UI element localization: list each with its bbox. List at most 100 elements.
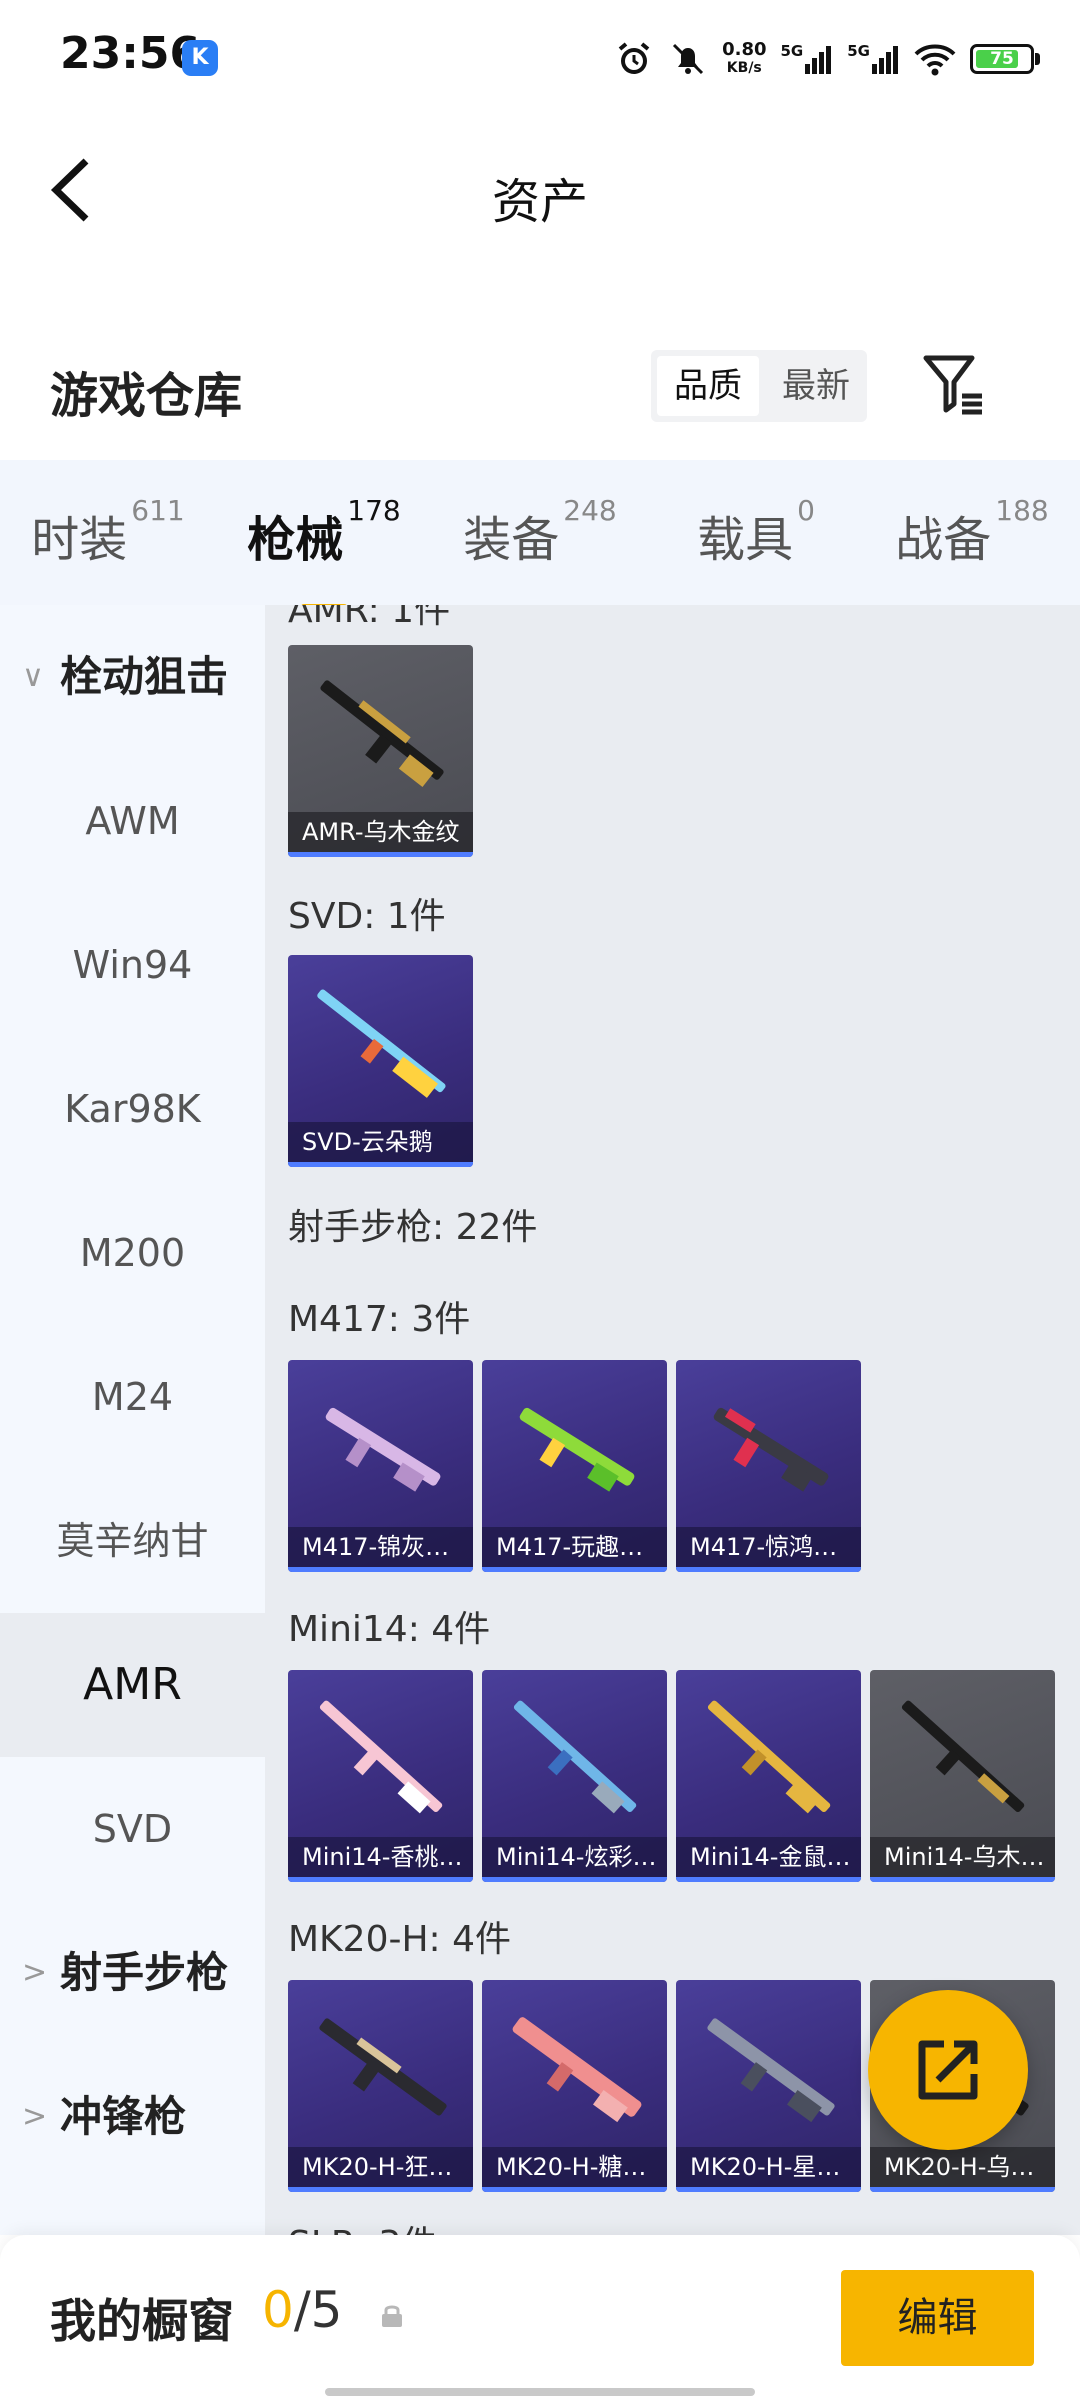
sort-newest-option[interactable]: 最新 — [765, 350, 867, 422]
weapon-image — [513, 1700, 637, 1814]
sidebar-group-smg[interactable]: > 冲锋枪 — [0, 2045, 265, 2189]
signal-1: 5G — [781, 44, 834, 74]
weapon-card[interactable]: MK20-H-狂… — [288, 1980, 473, 2192]
section-label-amr: AMR: 1件 — [288, 605, 451, 631]
weapon-image — [325, 1407, 441, 1492]
weapon-name: M417-玩趣… — [482, 1527, 667, 1567]
weapon-image — [319, 1700, 443, 1814]
weapon-image — [317, 989, 446, 1098]
sidebar-item-amr[interactable]: AMR — [0, 1613, 265, 1757]
filter-button[interactable] — [920, 350, 990, 420]
rarity-bar — [482, 2187, 667, 2192]
weapon-image — [713, 1407, 829, 1492]
section-label-mk20h: MK20-H: 4件 — [288, 1919, 512, 1960]
weapon-image — [707, 2018, 835, 2123]
status-icons: 0.80 KB/s 5G 5G 75 — [614, 34, 1040, 84]
section-label-m417: M417: 3件 — [288, 1299, 471, 1340]
sidebar-item-awm[interactable]: AWM — [0, 749, 265, 893]
weapon-image — [320, 680, 444, 788]
signal-icon — [872, 46, 898, 74]
net-speed: 0.80 KB/s — [722, 39, 767, 76]
weapon-name: AMR-乌木金纹 — [288, 812, 473, 852]
signal-icon — [805, 46, 832, 74]
weapon-card[interactable]: AMR-乌木金纹 — [288, 645, 473, 857]
showcase-label: 我的橱窗 — [50, 2294, 234, 2348]
rarity-bar — [288, 852, 473, 857]
section-label-svd: SVD: 1件 — [288, 896, 446, 937]
edit-button[interactable]: 编辑 — [841, 2270, 1034, 2366]
chevron-right-icon: > — [22, 2099, 48, 2134]
showcase-count: 0/5 — [262, 2281, 343, 2339]
weapon-card[interactable]: Mini14-香桃… — [288, 1670, 473, 1882]
rarity-bar — [288, 1567, 473, 1572]
sidebar-item-m24[interactable]: M24 — [0, 1325, 265, 1469]
app-notification-icon: K — [182, 40, 218, 76]
rarity-bar — [870, 1877, 1055, 1882]
weapon-card[interactable]: M417-锦灰… — [288, 1360, 473, 1572]
page-title: 资产 — [491, 174, 588, 230]
weapon-card[interactable]: MK20-H-糖… — [482, 1980, 667, 2192]
alarm-icon — [618, 42, 650, 74]
signal-2: 5G — [847, 44, 900, 74]
rarity-bar — [676, 2187, 861, 2192]
mute-icon — [673, 43, 704, 75]
weapon-name: M417-锦灰… — [288, 1527, 473, 1567]
sidebar-group-dmr[interactable]: > 射手步枪 — [0, 1901, 265, 2045]
sort-toggle: 品质 最新 — [651, 350, 867, 422]
chevron-down-icon: ∨ — [22, 659, 44, 694]
status-bar: 23:56 K 0.80 KB/s 5G 5G 75 — [0, 0, 1080, 120]
filter-icon — [923, 355, 982, 415]
warehouse-title: 游戏仓库 — [50, 368, 243, 424]
weapon-card[interactable]: M417-玩趣… — [482, 1360, 667, 1572]
sidebar-group-bolt-sniper[interactable]: ∨ 栓动狙击 — [0, 605, 265, 749]
rarity-bar — [870, 2187, 1055, 2192]
rarity-bar — [676, 1567, 861, 1572]
weapon-card[interactable]: MK20-H-星… — [676, 1980, 861, 2192]
sidebar-item-mosin[interactable]: 莫辛纳甘 — [0, 1469, 265, 1613]
tab-vehicles[interactable]: 载具0 — [648, 494, 864, 570]
tab-gear[interactable]: 战备188 — [864, 494, 1080, 570]
showcase-bar: 我的橱窗 0/5 编辑 — [0, 2235, 1080, 2400]
weapon-name: MK20-H-狂… — [288, 2147, 473, 2187]
category-tabs: 时装611 枪械178 装备248 载具0 战备188 — [0, 460, 1080, 612]
lock-icon — [382, 2305, 402, 2327]
rarity-bar — [676, 1877, 861, 1882]
tab-fashion[interactable]: 时装611 — [0, 494, 216, 570]
sidebar-item-m200[interactable]: M200 — [0, 1181, 265, 1325]
sort-quality-option[interactable]: 品质 — [657, 356, 759, 416]
weapon-card[interactable]: Mini14-炫彩… — [482, 1670, 667, 1882]
rarity-bar — [288, 2187, 473, 2192]
weapon-name: M417-惊鸿… — [676, 1527, 861, 1567]
section-label-slr: SLR: 3件 — [288, 2215, 437, 2235]
weapon-image — [512, 2017, 642, 2123]
share-fab-button[interactable] — [868, 1990, 1028, 2150]
tab-firearms[interactable]: 枪械178 — [216, 494, 432, 612]
weapon-name: MK20-H-糖… — [482, 2147, 667, 2187]
battery-icon: 75 — [970, 44, 1040, 74]
weapon-type-sidebar: ∨ 栓动狙击 AWM Win94 Kar98K M200 M24 莫辛纳甘 AMR… — [0, 605, 265, 2235]
weapon-image — [901, 1700, 1025, 1813]
weapon-name: Mini14-金鼠… — [676, 1837, 861, 1877]
weapon-name: Mini14-乌木… — [870, 1837, 1055, 1877]
weapon-name: MK20-H-乌… — [870, 2147, 1055, 2187]
sidebar-item-kar98k[interactable]: Kar98K — [0, 1037, 265, 1181]
sidebar-item-svd[interactable]: SVD — [0, 1757, 265, 1901]
chevron-right-icon: > — [22, 1955, 48, 1990]
rarity-bar — [482, 1567, 667, 1572]
status-time: 23:56 — [60, 28, 201, 79]
home-indicator[interactable] — [325, 2388, 755, 2396]
wifi-icon — [914, 44, 956, 76]
weapon-image — [707, 1700, 831, 1814]
share-icon — [918, 2040, 978, 2100]
weapon-name: SVD-云朵鹅 — [288, 1122, 473, 1162]
section-label-dmr: 射手步枪: 22件 — [288, 1207, 538, 1248]
weapon-card[interactable]: SVD-云朵鹅 — [288, 955, 473, 1167]
weapon-card[interactable]: Mini14-金鼠… — [676, 1670, 861, 1882]
weapon-name: Mini14-香桃… — [288, 1837, 473, 1877]
weapon-name: MK20-H-星… — [676, 2147, 861, 2187]
rarity-bar — [288, 1162, 473, 1167]
sidebar-item-win94[interactable]: Win94 — [0, 893, 265, 1037]
tab-equipment[interactable]: 装备248 — [432, 494, 648, 570]
weapon-card[interactable]: Mini14-乌木… — [870, 1670, 1055, 1882]
weapon-card[interactable]: M417-惊鸿… — [676, 1360, 861, 1572]
